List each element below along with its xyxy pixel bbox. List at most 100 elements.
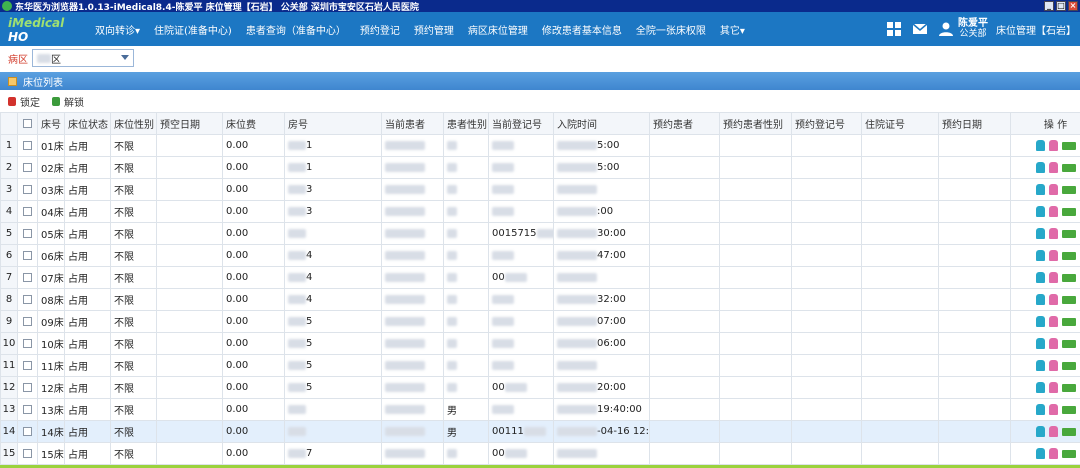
bed-icon[interactable] (1061, 251, 1076, 260)
female-patient-icon[interactable] (1048, 360, 1058, 371)
col-bed-status[interactable]: 床位状态 (64, 112, 111, 135)
male-patient-icon[interactable] (1035, 338, 1045, 349)
menu-other[interactable]: 其它▾ (713, 22, 752, 37)
table-row[interactable]: 5 05床 占用 不限 0.00 0015715 30:00 (0, 222, 1080, 245)
table-row[interactable]: 8 08床 占用 不限 0.00 4 32:00 (0, 288, 1080, 311)
table-row[interactable]: 3 03床 占用 不限 0.00 3 (0, 178, 1080, 201)
female-patient-icon[interactable] (1048, 338, 1058, 349)
menu-ward-bed-manage[interactable]: 病区床位管理 (461, 22, 535, 37)
col-checkbox[interactable] (17, 112, 38, 135)
row-checkbox-cell[interactable] (17, 332, 38, 355)
bed-icon[interactable] (1061, 185, 1076, 194)
table-row[interactable]: 14 14床占用不限 0.00 男 00111 -04-16 12:50:00 (0, 420, 1080, 443)
table-row[interactable]: 10 10床 占用 不限 0.00 5 06:00 (0, 332, 1080, 355)
table-row[interactable]: 12 12床 占用 不限 0.00 5 00 20:00 (0, 376, 1080, 399)
bed-icon[interactable] (1061, 207, 1076, 216)
row-checkbox[interactable] (23, 140, 32, 150)
row-checkbox-cell[interactable] (17, 310, 38, 333)
female-patient-icon[interactable] (1048, 228, 1058, 239)
bed-icon[interactable] (1061, 449, 1076, 458)
row-checkbox-cell[interactable] (17, 376, 38, 399)
female-patient-icon[interactable] (1048, 316, 1058, 327)
bed-icon[interactable] (1061, 383, 1076, 392)
col-reservation-date[interactable]: 预约日期 (938, 112, 1011, 135)
female-patient-icon[interactable] (1048, 294, 1058, 305)
male-patient-icon[interactable] (1035, 382, 1045, 393)
col-registration-no[interactable]: 当前登记号 (488, 112, 554, 135)
menu-referral[interactable]: 双向转诊▾ (88, 22, 147, 37)
row-checkbox[interactable] (23, 228, 32, 238)
male-patient-icon[interactable] (1035, 404, 1045, 415)
unlock-button[interactable]: 解锁 (52, 94, 84, 109)
menu-hospital-bed-permission[interactable]: 全院一张床权限 (629, 22, 713, 37)
row-checkbox-cell[interactable] (17, 442, 38, 465)
bed-icon[interactable] (1061, 295, 1076, 304)
mail-icon[interactable] (912, 21, 928, 37)
col-bed-no[interactable]: 床号 (37, 112, 65, 135)
table-row[interactable]: 1 01床 占用 不限 0.00 1 5:00 (0, 134, 1080, 157)
bed-icon[interactable] (1061, 163, 1076, 172)
row-checkbox[interactable] (23, 294, 32, 304)
female-patient-icon[interactable] (1048, 426, 1058, 437)
bed-icon[interactable] (1061, 141, 1076, 150)
select-all-checkbox[interactable] (23, 118, 32, 128)
male-patient-icon[interactable] (1035, 426, 1045, 437)
col-room-no[interactable]: 房号 (284, 112, 382, 135)
menu-reservation-register[interactable]: 预约登记 (353, 22, 407, 37)
female-patient-icon[interactable] (1048, 162, 1058, 173)
female-patient-icon[interactable] (1048, 184, 1058, 195)
table-row[interactable]: 7 07床 占用 不限 0.00 4 00 (0, 266, 1080, 289)
row-checkbox-cell[interactable] (17, 398, 38, 421)
row-checkbox[interactable] (23, 206, 32, 216)
row-checkbox[interactable] (23, 272, 32, 282)
female-patient-icon[interactable] (1048, 448, 1058, 459)
row-checkbox[interactable] (23, 184, 32, 194)
table-row[interactable]: 9 09床 占用 不限 0.00 5 07:00 (0, 310, 1080, 333)
row-checkbox[interactable] (23, 338, 32, 348)
row-checkbox[interactable] (23, 360, 32, 370)
male-patient-icon[interactable] (1035, 448, 1045, 459)
col-bed-fee[interactable]: 床位费 (222, 112, 285, 135)
menu-edit-patient-info[interactable]: 修改患者基本信息 (535, 22, 629, 37)
male-patient-icon[interactable] (1035, 316, 1045, 327)
col-bed-gender[interactable]: 床位性别 (110, 112, 157, 135)
table-row[interactable]: 6 06床 占用 不限 0.00 4 47:00 (0, 244, 1080, 267)
row-checkbox[interactable] (23, 316, 32, 326)
row-checkbox-cell[interactable] (17, 354, 38, 377)
male-patient-icon[interactable] (1035, 228, 1045, 239)
row-checkbox-cell[interactable] (17, 222, 38, 245)
female-patient-icon[interactable] (1048, 140, 1058, 151)
col-admission-cert-no[interactable]: 住院证号 (861, 112, 939, 135)
col-patient-gender[interactable]: 患者性别 (443, 112, 489, 135)
table-row[interactable]: 4 04床 占用 不限 0.00 3:00 (0, 200, 1080, 223)
male-patient-icon[interactable] (1035, 250, 1045, 261)
row-checkbox-cell[interactable] (17, 244, 38, 267)
row-checkbox-cell[interactable] (17, 134, 38, 157)
bed-icon[interactable] (1061, 273, 1076, 282)
row-checkbox[interactable] (23, 404, 32, 414)
row-checkbox-cell[interactable] (17, 288, 38, 311)
row-checkbox[interactable] (23, 382, 32, 392)
col-current-patient[interactable]: 当前患者 (381, 112, 444, 135)
bed-icon[interactable] (1061, 405, 1076, 414)
table-row[interactable]: 11 11床 占用 不限 0.00 5 (0, 354, 1080, 377)
row-checkbox-cell[interactable] (17, 178, 38, 201)
male-patient-icon[interactable] (1035, 360, 1045, 371)
female-patient-icon[interactable] (1048, 250, 1058, 261)
bed-icon[interactable] (1061, 317, 1076, 326)
col-reserved-patient[interactable]: 预约患者 (649, 112, 720, 135)
user-info[interactable]: 陈爱平 公关部 (958, 19, 988, 40)
grid-apps-icon[interactable] (886, 21, 902, 37)
table-row[interactable]: 13 13床 占用 不限 0.00 男 19:40:00 (0, 398, 1080, 421)
female-patient-icon[interactable] (1048, 404, 1058, 415)
user-avatar-icon[interactable] (938, 21, 954, 37)
ward-select[interactable]: 区 (32, 49, 134, 67)
male-patient-icon[interactable] (1035, 140, 1045, 151)
male-patient-icon[interactable] (1035, 184, 1045, 195)
minimize-button[interactable]: _ (1044, 1, 1054, 11)
close-button[interactable]: × (1068, 1, 1078, 11)
row-checkbox-cell[interactable] (17, 266, 38, 289)
male-patient-icon[interactable] (1035, 206, 1045, 217)
female-patient-icon[interactable] (1048, 382, 1058, 393)
row-checkbox[interactable] (23, 162, 32, 172)
